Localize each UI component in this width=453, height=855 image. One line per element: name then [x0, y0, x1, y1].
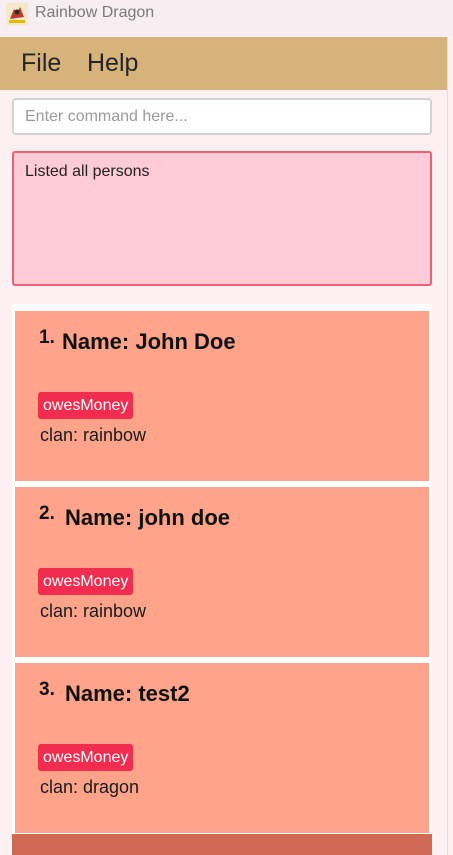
next-card-edge	[12, 834, 432, 855]
menu-file[interactable]: File	[21, 49, 61, 78]
person-index: 3.	[39, 679, 55, 700]
menu-help[interactable]: Help	[87, 49, 138, 78]
result-message: Listed all persons	[25, 163, 150, 180]
app-window: Rainbow Dragon File Help Listed all pers…	[0, 0, 453, 855]
person-name: Name: John Doe	[62, 329, 236, 354]
person-clan: clan: rainbow	[40, 601, 147, 621]
person-index: 2.	[39, 503, 55, 524]
person-name: Name: test2	[65, 681, 190, 706]
window-title: Rainbow Dragon	[35, 4, 155, 21]
person-tag: owesMoney	[38, 392, 134, 419]
person-card[interactable]: 1. Name: John Doe owesMoney clan: rainbo…	[15, 311, 429, 481]
person-index: 1.	[39, 327, 55, 348]
person-tag: owesMoney	[38, 744, 134, 771]
dragon-app-icon	[6, 3, 28, 25]
person-tag: owesMoney	[38, 568, 134, 595]
window-edge	[447, 37, 453, 855]
person-card[interactable]: 3. Name: test2 owesMoney clan: dragon	[15, 663, 429, 833]
person-clan: clan: rainbow	[40, 425, 147, 445]
command-input[interactable]	[12, 98, 432, 135]
person-list[interactable]: 1. Name: John Doe owesMoney clan: rainbo…	[12, 304, 432, 855]
person-card[interactable]: 2. Name: john doe owesMoney clan: rainbo…	[15, 487, 429, 657]
person-clan: clan: dragon	[40, 777, 140, 797]
person-name: Name: john doe	[65, 505, 231, 530]
menu-bar: File Help	[0, 37, 447, 90]
title-bar[interactable]: Rainbow Dragon	[0, 0, 453, 37]
result-display[interactable]: Listed all persons	[12, 151, 432, 286]
